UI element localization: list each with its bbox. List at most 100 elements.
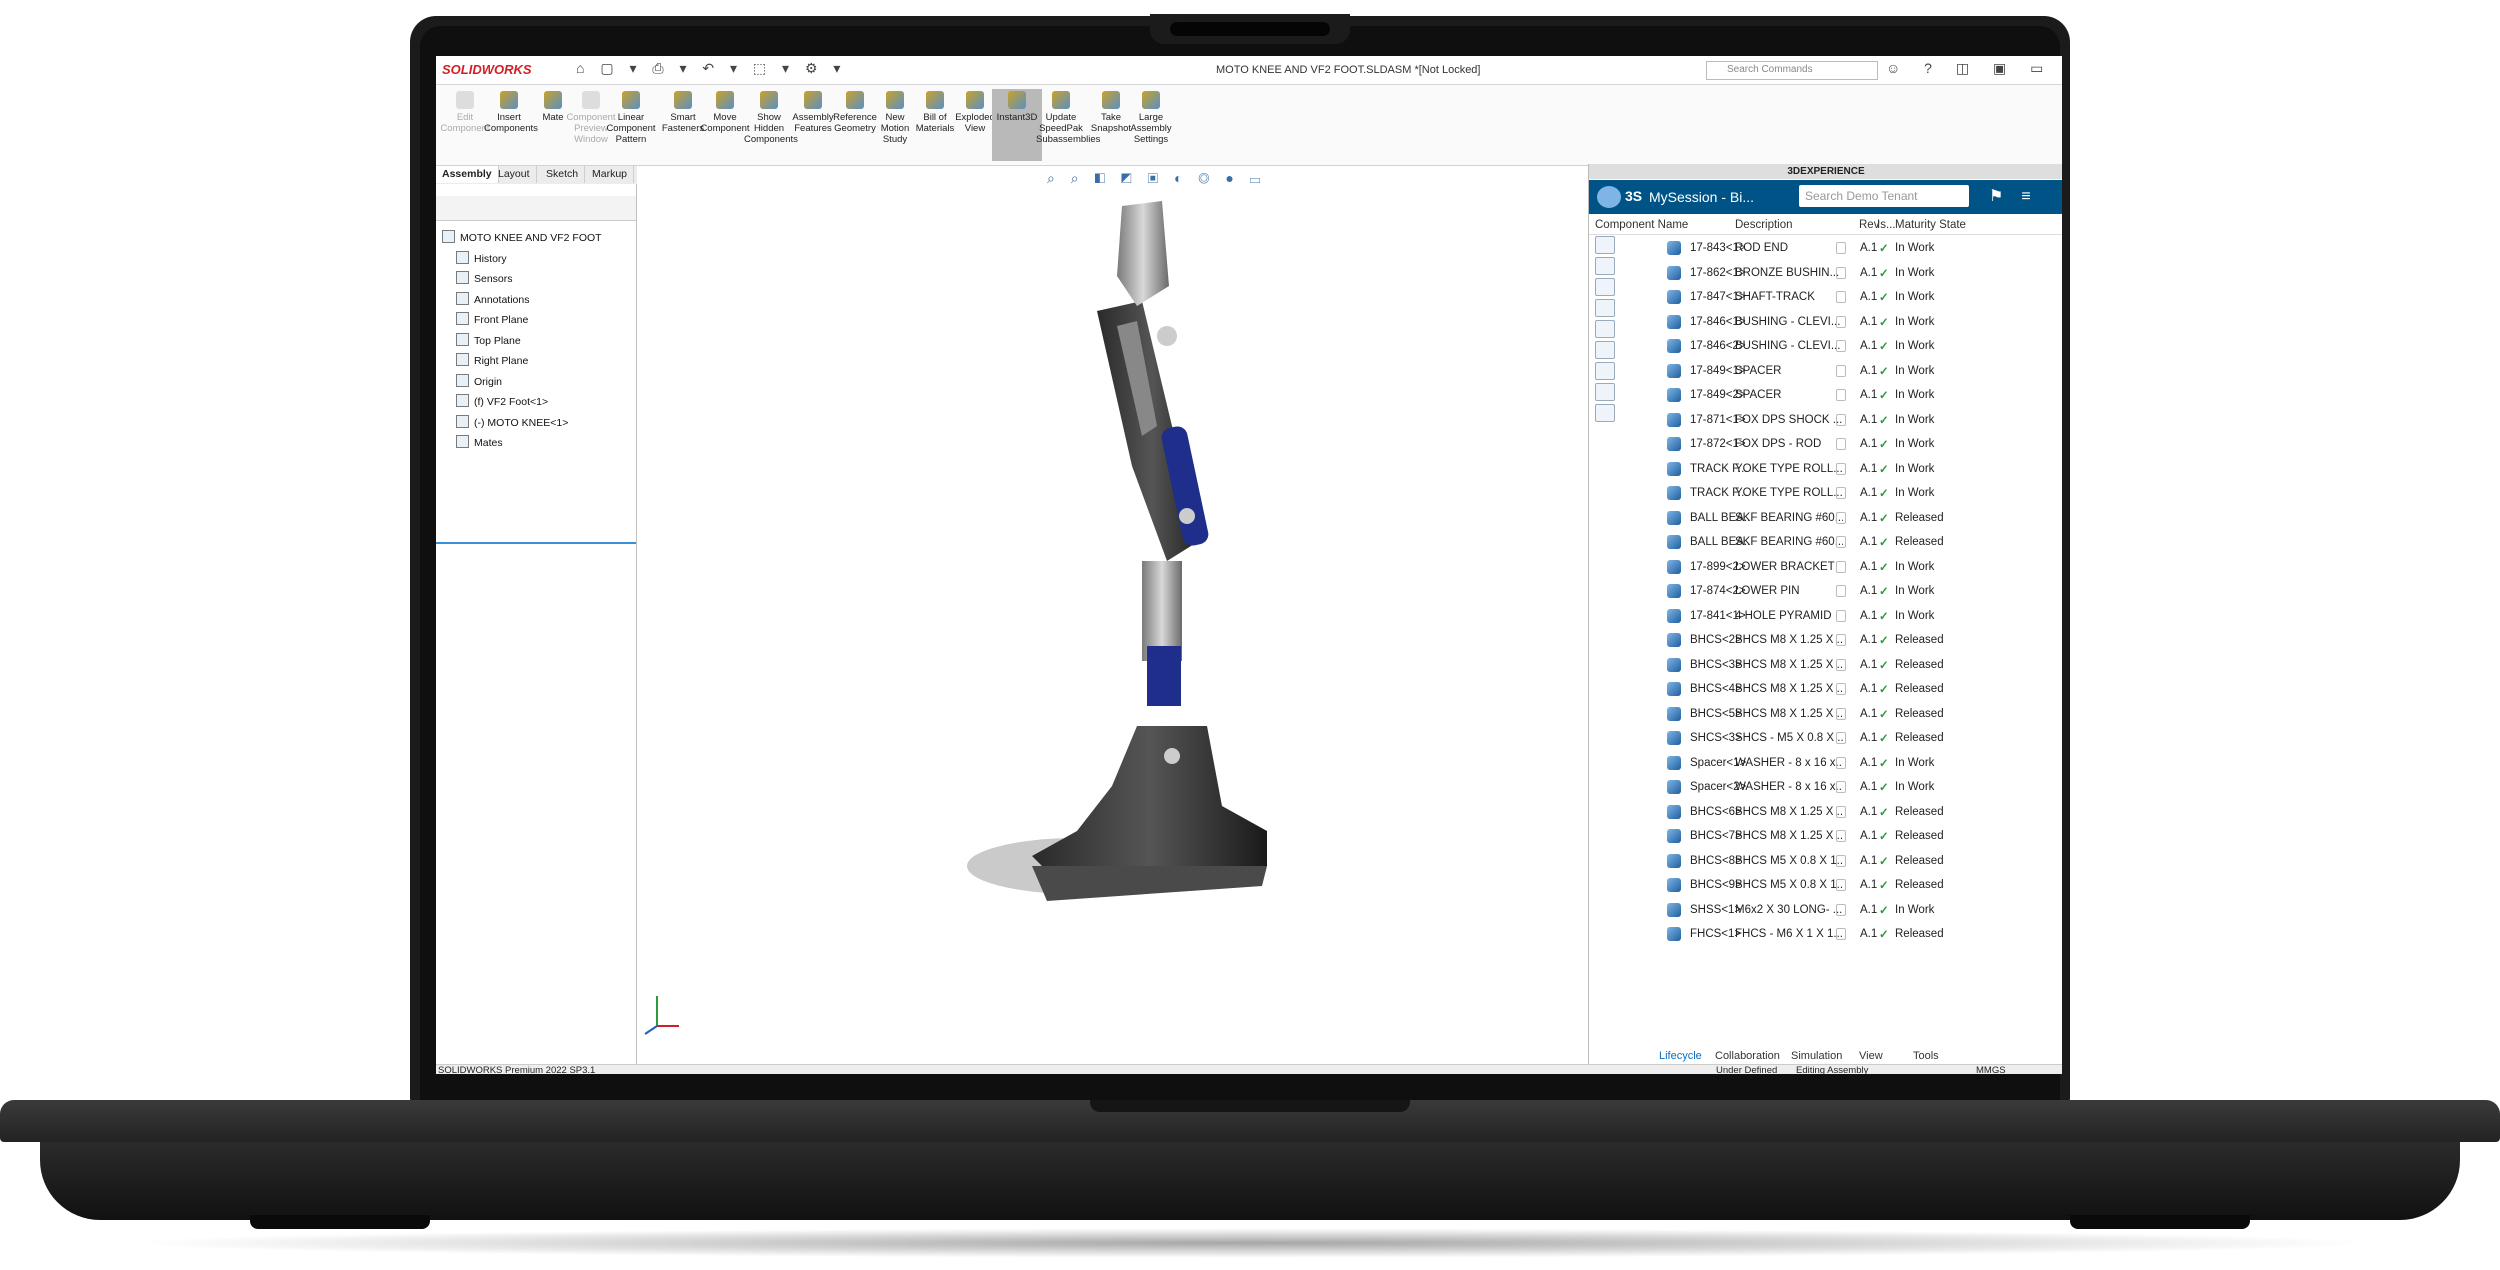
ribbon-button-instant3d[interactable]: Instant3D [992, 89, 1042, 161]
tab-markup[interactable]: Markup [586, 166, 635, 183]
tree-item[interactable]: (-) MOTO KNEE<1> [456, 414, 568, 429]
tag-menu-icons[interactable]: ⚑≡ [1989, 186, 2049, 206]
ribbon-button-linear-component-pattern[interactable]: Linear Component Pattern [606, 89, 656, 145]
table-row[interactable]: TRACK F... YOKE TYPE ROLL... A.1 ✓ In Work [1589, 457, 2062, 481]
table-row[interactable]: Spacer<1> WASHER - 8 x 16 x... A.1 ✓ In Work [1589, 751, 2062, 775]
table-row[interactable]: 17-847<1> SHAFT-TRACK A.1 ✓ In Work [1589, 285, 2062, 309]
status-units[interactable]: MMGS [1976, 1065, 2006, 1074]
column-header[interactable]: Maturity State [1895, 219, 1966, 231]
graphics-viewport[interactable]: ⌕ ⌕ ◧ ◩ ▣ ◐ ◎ ● ▭ ModelMotion Study 1 [637, 166, 1637, 1066]
table-row[interactable]: FHCS<1> FHCS - M6 X 1 X 1... A.1 ✓ Released [1589, 922, 2062, 946]
tab-sketch[interactable]: Sketch [540, 166, 586, 183]
session-selector[interactable]: MySession - Bi... [1649, 189, 1754, 205]
component-description: BHCS M8 X 1.25 X ... [1735, 658, 1843, 671]
table-row[interactable]: BHCS<3> BHCS M8 X 1.25 X ... A.1 ✓ Released [1589, 653, 2062, 677]
window-controls[interactable]: ☺ ? ◫ ▣ ▭ ✕ [1886, 60, 2062, 77]
table-row[interactable]: BALL BEA... SKF BEARING #60... A.1 ✓ Release… [1589, 530, 2062, 554]
check-icon: ✓ [1879, 831, 1889, 843]
tree-item[interactable]: Mates [456, 435, 503, 449]
tab-assembly[interactable]: Assembly [436, 166, 499, 183]
tree-item[interactable]: Annotations [456, 291, 529, 306]
quick-access-toolbar[interactable]: ⌂ ▢ ▾ ⎙ ▾ ↶ ▾ ⬚ ▾ ⚙ ▾ [576, 60, 846, 77]
command-manager-ribbon: Edit Component Insert Components Mate Compo… [436, 85, 2062, 166]
table-row[interactable]: 17-899<2> LOWER BRACKET A.1 ✓ In Work [1589, 555, 2062, 579]
table-row[interactable]: 17-843<1> ROD END A.1 ✓ In Work [1589, 236, 2062, 260]
check-icon: ✓ [1879, 806, 1889, 819]
ribbon-button-label: Mate [542, 112, 564, 123]
table-row[interactable]: 17-849<2> SPACER A.1 ✓ In Work [1589, 383, 2062, 407]
tree-item[interactable]: Right Plane [456, 353, 528, 367]
tree-item[interactable]: MOTO KNEE AND VF2 FOOT [442, 230, 602, 244]
tenant-search-input[interactable]: Search Demo Tenant [1799, 185, 1969, 207]
tab-simulation[interactable]: Simulation [1791, 1050, 1842, 1062]
tree-node-icon [456, 435, 469, 448]
app-logo[interactable]: SOLIDWORKS [442, 62, 532, 77]
column-header[interactable]: Component Name [1595, 219, 1688, 231]
table-row[interactable]: TRACK F... YOKE TYPE ROLL... A.1 ✓ In Work [1589, 481, 2062, 505]
column-header[interactable]: Description [1735, 219, 1793, 231]
lock-icon [1836, 389, 1846, 401]
table-row[interactable]: Spacer<2> WASHER - 8 x 16 x... A.1 ✓ In Work [1589, 775, 2062, 799]
check-icon: ✓ [1879, 316, 1889, 329]
tree-item-label: Sensors [474, 273, 513, 285]
table-row[interactable]: 17-846<2> BUSHING - CLEVI... A.1 ✓ In Work [1589, 334, 2062, 358]
table-row[interactable]: BHCS<8> BHCS M5 X 0.8 X 1... A.1 ✓ Released [1589, 849, 2062, 873]
table-row[interactable]: BHCS<6> BHCS M8 X 1.25 X ... A.1 ✓ Released [1589, 800, 2062, 824]
component-icon [1667, 510, 1681, 525]
tab-layout[interactable]: Layout [492, 166, 537, 183]
compass-icon[interactable] [1597, 186, 1621, 208]
table-row[interactable]: BHCS<9> BHCS M5 X 0.8 X 1... A.1 ✓ Released [1589, 873, 2062, 897]
tab-view[interactable]: View [1859, 1050, 1883, 1062]
table-row[interactable]: 17-872<1> FOX DPS - ROD A.1 ✓ In Work [1589, 432, 2062, 456]
ribbon-button-label: Smart Fasteners [661, 112, 705, 134]
ribbon-button-insert-components[interactable]: Insert Components [484, 89, 538, 134]
ribbon-button-show-hidden-components[interactable]: Show Hidden Components [744, 89, 798, 145]
ribbon-button-large-assembly-settings[interactable]: Large Assembly Settings [1126, 89, 1176, 145]
prosthetic-leg-model[interactable] [937, 166, 1437, 956]
tree-item[interactable]: Origin [456, 373, 502, 388]
component-revision: A.1 [1860, 830, 1878, 842]
table-row[interactable]: BALL BEA... SKF BEARING #60... A.1 ✓ Release… [1589, 506, 2062, 530]
tab-lifecycle[interactable]: Lifecycle [1659, 1050, 1702, 1062]
tree-item[interactable]: (f) VF2 Foot<1> [456, 394, 548, 408]
tree-item[interactable]: Top Plane [456, 332, 521, 347]
table-row[interactable]: BHCS<2> BHCS M8 X 1.25 X ... A.1 ✓ Released [1589, 628, 2062, 652]
component-description: LOWER BRACKET [1735, 560, 1835, 573]
tree-item[interactable]: Sensors [456, 271, 513, 285]
column-header[interactable]: Is... [1877, 219, 1896, 231]
table-row[interactable]: SHCS<3> SHCS - M5 X 0.8 X ... A.1 ✓ Released [1589, 726, 2062, 750]
table-row[interactable]: 17-874<2> LOWER PIN A.1 ✓ In Work [1589, 579, 2062, 603]
component-revision: A.1 [1860, 903, 1878, 916]
check-icon: ✓ [1879, 439, 1889, 451]
component-icon [1667, 902, 1681, 917]
table-row[interactable]: 17-862<1> BRONZE BUSHIN... A.1 ✓ In Work [1589, 261, 2062, 285]
component-icon [1667, 780, 1681, 794]
table-row[interactable]: 17-849<1> SPACER A.1 ✓ In Work [1589, 359, 2062, 383]
search-commands-input[interactable]: Search Commands [1706, 61, 1878, 80]
table-row[interactable]: BHCS<5> BHCS M8 X 1.25 X ... A.1 ✓ Released [1589, 702, 2062, 726]
table-row[interactable]: 17-871<1> FOX DPS SHOCK ... A.1 ✓ In Work [1589, 408, 2062, 432]
ribbon-tool-icon [1008, 91, 1026, 109]
table-row[interactable]: BHCS<4> BHCS M8 X 1.25 X ... A.1 ✓ Released [1589, 677, 2062, 701]
tab-collaboration[interactable]: Collaboration [1715, 1050, 1780, 1062]
component-revision: A.1 [1860, 389, 1878, 401]
lock-icon [1836, 732, 1846, 744]
feature-tree-toolbar[interactable] [436, 196, 636, 221]
component-icon [1667, 363, 1681, 378]
foot-shell [1032, 726, 1267, 881]
table-row[interactable]: 17-841<1> 4 HOLE PYRAMID A.1 ✓ In Work [1589, 604, 2062, 628]
ribbon-button-move-component[interactable]: Move Component [700, 89, 750, 134]
lock-icon [1836, 536, 1846, 548]
lock-icon [1836, 805, 1846, 818]
component-revision: A.1 [1860, 879, 1878, 891]
table-row[interactable]: BHCS<7> BHCS M8 X 1.25 X ... A.1 ✓ Released [1589, 824, 2062, 848]
ribbon-button-edit-component[interactable]: Edit Component [440, 89, 490, 134]
maturity-state: In Work [1895, 609, 1935, 622]
tab-tools[interactable]: Tools [1913, 1050, 1939, 1062]
table-row[interactable]: SHSS<1> M6x2 X 30 LONG- ... A.1 ✓ In Work [1589, 898, 2062, 922]
tree-item[interactable]: Front Plane [456, 312, 528, 326]
ribbon-button-update-speedpak-subassemblies[interactable]: Update SpeedPak Subassemblies [1036, 89, 1100, 145]
tree-item[interactable]: History [456, 250, 507, 265]
check-icon: ✓ [1879, 512, 1889, 525]
table-row[interactable]: 17-846<1> BUSHING - CLEVI... A.1 ✓ In Work [1589, 310, 2062, 334]
